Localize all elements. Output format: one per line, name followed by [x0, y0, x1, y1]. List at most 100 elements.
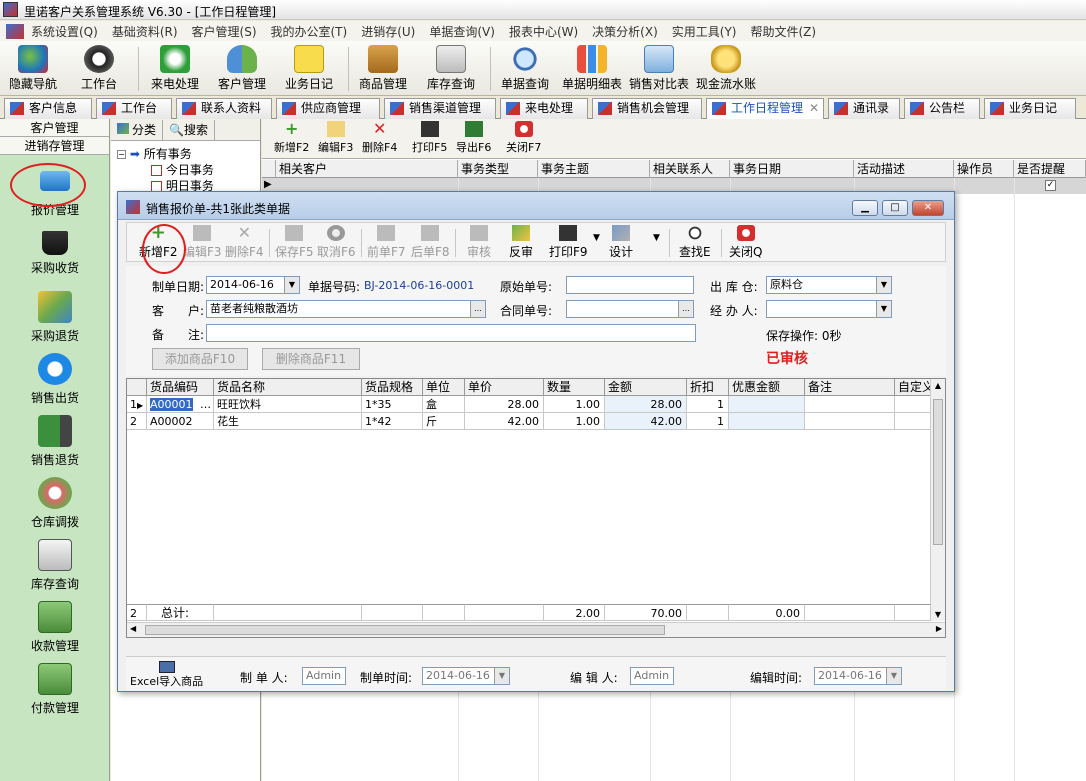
- sidebar-item-transfer[interactable]: 仓库调拨: [0, 477, 110, 530]
- hscroll-thumb[interactable]: [145, 625, 665, 635]
- doc-query-button[interactable]: 单据查询: [498, 43, 552, 95]
- tab-sales-opportunity[interactable]: 销售机会管理: [592, 98, 702, 119]
- sidebar-item-purchase-return[interactable]: 采购退货: [0, 291, 110, 344]
- cell-remark[interactable]: [805, 396, 895, 413]
- cell-unit[interactable]: 盒: [423, 396, 465, 413]
- cell-qty[interactable]: 1.00: [544, 413, 605, 430]
- chevron-down-icon[interactable]: ▼: [876, 301, 891, 317]
- cell-unit[interactable]: 斤: [423, 413, 465, 430]
- col-discount-amount[interactable]: 优惠金额: [729, 379, 805, 396]
- ellipsis-icon[interactable]: …: [470, 301, 485, 317]
- note-field[interactable]: [206, 324, 696, 342]
- col-goods-spec[interactable]: 货品规格: [362, 379, 423, 396]
- ellipsis-icon[interactable]: …: [678, 301, 693, 317]
- save-button[interactable]: 保存F5: [275, 225, 314, 260]
- cell-remark[interactable]: [805, 413, 895, 430]
- approve-button[interactable]: 审核: [467, 225, 491, 260]
- cell-name[interactable]: 花生: [214, 413, 362, 430]
- tree-root[interactable]: − ➡ 所有事务: [117, 145, 192, 162]
- tab-address-book[interactable]: 通讯录: [828, 98, 900, 119]
- menu-tools[interactable]: 实用工具(Y): [665, 23, 744, 40]
- tree-item-today[interactable]: 今日事务: [151, 161, 214, 178]
- sidebar-item-sales-out[interactable]: 销售出货: [0, 353, 110, 406]
- menu-help[interactable]: 帮助文件(Z): [743, 23, 823, 40]
- hide-nav-button[interactable]: 隐藏导航: [6, 43, 60, 95]
- cell-discount-amount[interactable]: [729, 413, 805, 430]
- chevron-down-icon[interactable]: ▼: [876, 277, 891, 293]
- cell-code[interactable]: A00001…: [147, 396, 214, 413]
- col-remind[interactable]: 是否提醒: [1014, 160, 1086, 178]
- sidebar-item-receipt[interactable]: 收款管理: [0, 601, 110, 654]
- cell-amount[interactable]: 42.00: [605, 413, 687, 430]
- design-dropdown[interactable]: ▼: [653, 233, 660, 243]
- col-customer[interactable]: 相关客户: [276, 160, 458, 178]
- cell-discount-amount[interactable]: [729, 396, 805, 413]
- scroll-right-icon[interactable]: ▶: [936, 624, 942, 633]
- col-goods-code[interactable]: 货品编码: [147, 379, 214, 396]
- cell-price[interactable]: 42.00: [465, 413, 544, 430]
- chevron-down-icon[interactable]: ▼: [284, 277, 299, 293]
- scroll-thumb[interactable]: [933, 399, 943, 545]
- tab-biz-diary[interactable]: 业务日记: [984, 98, 1076, 119]
- cancel-button[interactable]: 取消F6: [317, 225, 356, 260]
- menu-office[interactable]: 我的办公室(T): [264, 23, 355, 40]
- app-menu-icon[interactable]: [6, 23, 24, 39]
- sidebar-item-purchase-receive[interactable]: 采购收货: [0, 231, 110, 276]
- print-dropdown[interactable]: ▼: [593, 233, 600, 243]
- expand-icon[interactable]: −: [117, 150, 126, 159]
- cell-discount[interactable]: 1: [687, 396, 729, 413]
- edit-button[interactable]: 编辑F3: [183, 225, 222, 260]
- goods-mgmt-button[interactable]: 商品管理: [356, 43, 410, 95]
- col-operator[interactable]: 操作员: [954, 160, 1014, 178]
- main-close-button[interactable]: 关闭F7: [506, 121, 541, 155]
- tab-bulletin[interactable]: 公告栏: [904, 98, 980, 119]
- close-icon[interactable]: ✕: [809, 99, 819, 118]
- sidebar-item-payment[interactable]: 付款管理: [0, 663, 110, 716]
- col-subject[interactable]: 事务主题: [538, 160, 650, 178]
- cell-custom[interactable]: [895, 413, 931, 430]
- prev-doc-button[interactable]: 前单F7: [367, 225, 406, 260]
- menu-customer[interactable]: 客户管理(S): [185, 23, 264, 40]
- menu-basic[interactable]: 基础资料(R): [105, 23, 185, 40]
- add-goods-button[interactable]: 添加商品F10: [152, 348, 248, 370]
- ellipsis-icon[interactable]: …: [200, 396, 211, 412]
- menu-inventory[interactable]: 进销存(U): [354, 23, 422, 40]
- delete-goods-button[interactable]: 删除商品F11: [262, 348, 360, 370]
- tab-classify[interactable]: 分类: [111, 119, 164, 140]
- menu-system[interactable]: 系统设置(Q): [24, 23, 105, 40]
- cell-spec[interactable]: 1*42: [362, 413, 423, 430]
- col-desc[interactable]: 活动描述: [854, 160, 954, 178]
- col-goods-name[interactable]: 货品名称: [214, 379, 362, 396]
- cell-code[interactable]: A00002: [147, 413, 214, 430]
- col-date[interactable]: 事务日期: [730, 160, 854, 178]
- scroll-up-icon[interactable]: ▲: [931, 381, 945, 390]
- grid-vscrollbar[interactable]: ▲ ▼: [930, 379, 945, 621]
- design-button[interactable]: 设计: [609, 225, 633, 260]
- col-remark[interactable]: 备注: [805, 379, 895, 396]
- sales-compare-button[interactable]: 销售对比表: [628, 43, 690, 95]
- doc-detail-button[interactable]: 单据明细表: [560, 43, 624, 95]
- cell-spec[interactable]: 1*35: [362, 396, 423, 413]
- tab-suppliers[interactable]: 供应商管理: [276, 98, 380, 119]
- close-button[interactable]: 关闭Q: [729, 225, 762, 260]
- workbench-button[interactable]: 工作台: [74, 43, 124, 95]
- sidebar-item-sales-return[interactable]: 销售退货: [0, 415, 110, 468]
- warehouse-select[interactable]: 原料仓 ▼: [766, 276, 892, 294]
- col-discount[interactable]: 折扣: [687, 379, 729, 396]
- incoming-call-button[interactable]: 来电处理: [146, 43, 204, 95]
- next-doc-button[interactable]: 后单F8: [411, 225, 450, 260]
- print-button[interactable]: 打印F9: [549, 225, 588, 260]
- remind-checkbox[interactable]: ✓: [1045, 180, 1056, 191]
- sidebar-header-inventory[interactable]: 进销存管理: [0, 137, 109, 155]
- date-field[interactable]: 2014-06-16 ▼: [206, 276, 300, 294]
- col-custom[interactable]: 自定义: [895, 379, 931, 396]
- col-amount[interactable]: 金额: [605, 379, 687, 396]
- col-price[interactable]: 单价: [465, 379, 544, 396]
- scroll-left-icon[interactable]: ◀: [130, 624, 136, 633]
- biz-diary-button[interactable]: 业务日记: [282, 43, 336, 95]
- sidebar-item-stock-query[interactable]: 库存查询: [0, 539, 110, 592]
- main-add-button[interactable]: + 新增F2: [274, 121, 309, 155]
- excel-import-button[interactable]: Excel导入商品: [130, 661, 203, 689]
- tab-contacts[interactable]: 联系人资料: [176, 98, 272, 119]
- customer-mgmt-button[interactable]: 客户管理: [214, 43, 270, 95]
